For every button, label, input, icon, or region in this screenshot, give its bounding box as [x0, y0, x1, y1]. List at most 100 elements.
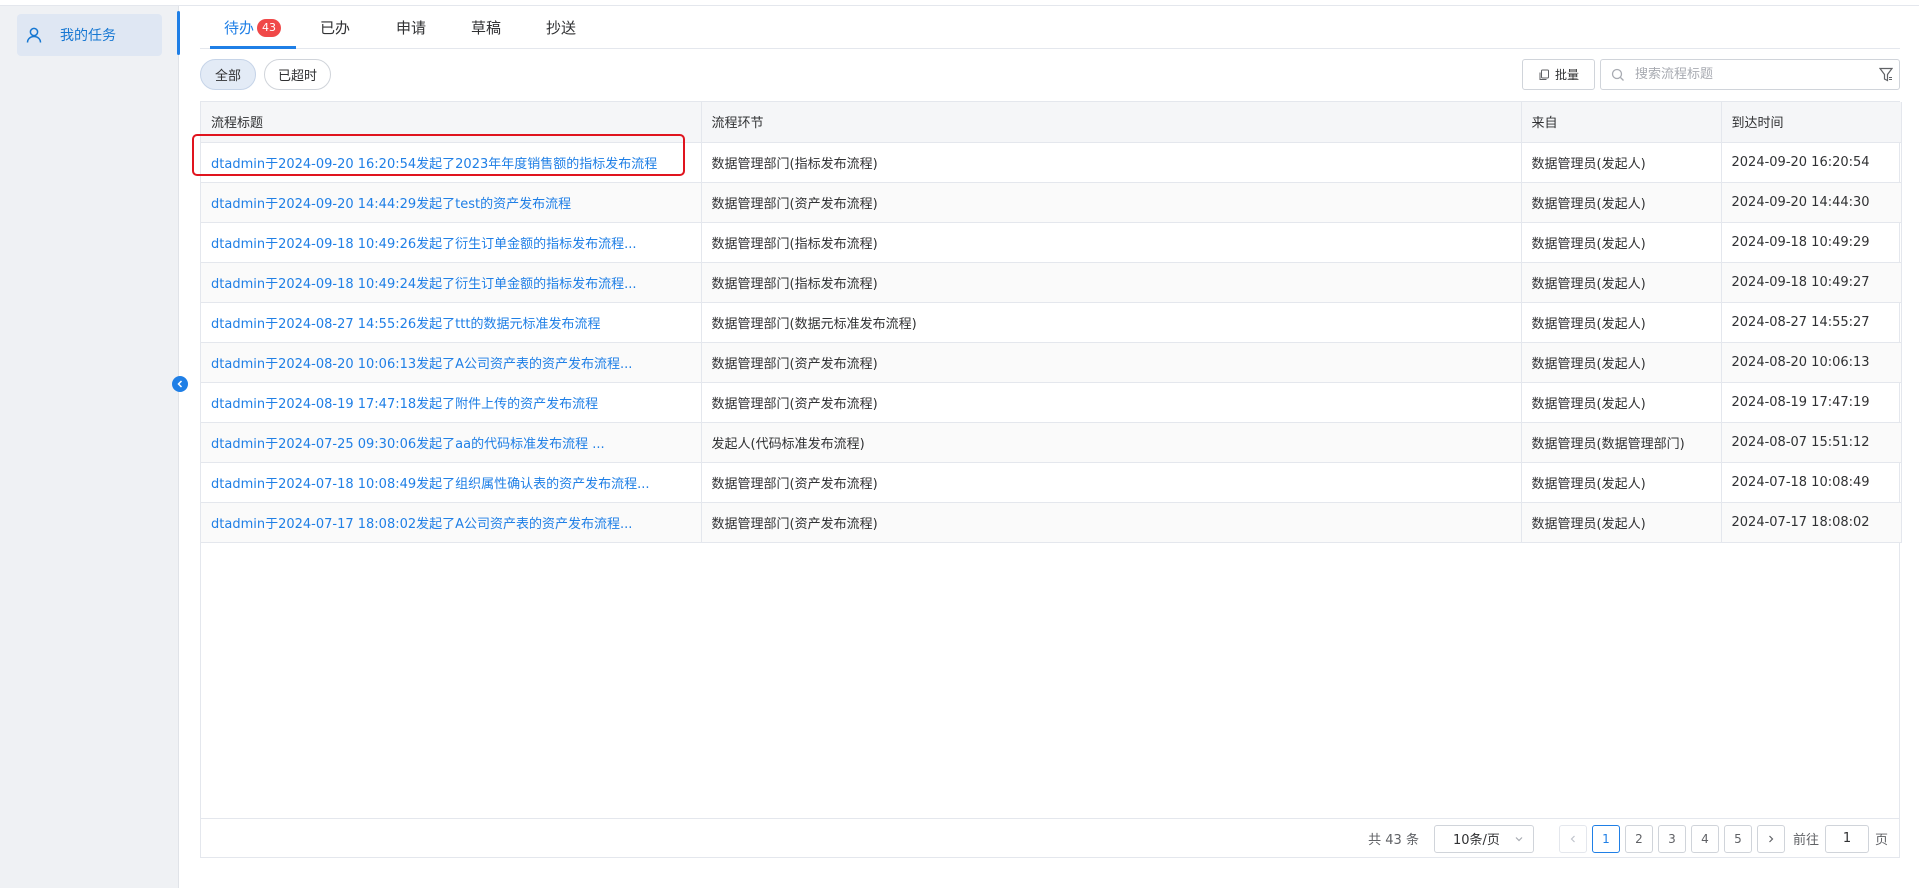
column-header-stage: 流程环节: [701, 102, 1522, 143]
table-row[interactable]: dtadmin于2024-07-17 18:08:02发起了A公司资产表的资产发…: [201, 502, 1902, 543]
from-cell: 数据管理员(发起人): [1521, 262, 1722, 303]
arrival-time-cell: 2024-07-17 18:08:02: [1721, 502, 1902, 543]
arrival-time-cell: 2024-09-18 10:49:29: [1721, 222, 1902, 263]
goto-page-input[interactable]: [1824, 824, 1869, 853]
table-row[interactable]: dtadmin于2024-07-18 10:08:49发起了组织属性确认表的资产…: [201, 462, 1902, 503]
process-title-link[interactable]: dtadmin于2024-08-19 17:47:18发起了附件上传的资产发布流…: [211, 397, 598, 412]
total-count: 共 43 条: [1368, 833, 1419, 848]
page-size-value: 10条/页: [1452, 833, 1500, 848]
tab-done[interactable]: 已办: [320, 6, 350, 49]
goto-suffix: 页: [1874, 833, 1888, 848]
page-size-select[interactable]: 10条/页: [1433, 824, 1534, 853]
sidebar-item-my-tasks[interactable]: 我的任务: [17, 14, 162, 56]
table-row[interactable]: dtadmin于2024-09-20 14:44:29发起了test的资产发布流…: [201, 182, 1902, 223]
process-stage-cell: 发起人(代码标准发布流程): [701, 422, 1522, 463]
process-title-link[interactable]: dtadmin于2024-09-20 14:44:29发起了test的资产发布流…: [211, 197, 571, 212]
process-stage-cell: 数据管理部门(指标发布流程): [701, 222, 1522, 263]
process-title-link[interactable]: dtadmin于2024-08-20 10:06:13发起了A公司资产表的资产发…: [211, 357, 632, 372]
from-cell: 数据管理员(发起人): [1521, 182, 1722, 223]
tab-cc[interactable]: 抄送: [546, 6, 576, 49]
arrival-time-cell: 2024-08-19 17:47:19: [1721, 382, 1902, 423]
active-indicator: [177, 11, 180, 55]
tab-bar: 待办 43 已办 申请 草稿 抄送: [200, 6, 1900, 49]
search-input[interactable]: [1635, 67, 1865, 82]
tab-label: 申请: [396, 19, 427, 37]
page-button-3[interactable]: 3: [1657, 824, 1686, 853]
next-page-button[interactable]: [1756, 824, 1785, 853]
table-row[interactable]: dtadmin于2024-08-20 10:06:13发起了A公司资产表的资产发…: [201, 342, 1902, 383]
filter-overdue-button[interactable]: 已超时: [264, 59, 331, 90]
search-box: [1600, 59, 1900, 90]
from-cell: 数据管理员(发起人): [1521, 222, 1722, 263]
page-button-5[interactable]: 5: [1723, 824, 1752, 853]
process-title-link[interactable]: dtadmin于2024-09-20 16:20:54发起了2023年年度销售额…: [211, 157, 657, 172]
page-button-2[interactable]: 2: [1624, 824, 1653, 853]
process-stage-cell: 数据管理部门(资产发布流程): [701, 342, 1522, 383]
tab-label: 已办: [320, 19, 351, 37]
tab-drafts[interactable]: 草稿: [471, 6, 501, 49]
process-title-link[interactable]: dtadmin于2024-07-18 10:08:49发起了组织属性确认表的资产…: [211, 477, 650, 492]
from-cell: 数据管理员(数据管理部门): [1521, 422, 1722, 463]
sidebar: 我的任务: [0, 6, 179, 888]
arrival-time-cell: 2024-07-18 10:08:49: [1721, 462, 1902, 503]
batch-label: 批量: [1554, 68, 1579, 82]
process-title-link[interactable]: dtadmin于2024-07-25 09:30:06发起了aa的代码标准发布流…: [211, 437, 605, 452]
todo-count-badge: 43: [257, 18, 282, 37]
filter-funnel-icon[interactable]: [1879, 67, 1893, 83]
from-cell: 数据管理员(发起人): [1521, 382, 1722, 423]
goto-page: 前往 页: [1792, 824, 1888, 853]
arrival-time-cell: 2024-08-07 15:51:12: [1721, 422, 1902, 463]
arrival-time-cell: 2024-09-18 10:49:27: [1721, 262, 1902, 303]
process-title-link[interactable]: dtadmin于2024-08-27 14:55:26发起了ttt的数据元标准发…: [211, 317, 600, 332]
page-button-1[interactable]: 1: [1591, 824, 1620, 853]
process-stage-cell: 数据管理部门(指标发布流程): [701, 262, 1522, 303]
process-title-link[interactable]: dtadmin于2024-07-17 18:08:02发起了A公司资产表的资产发…: [211, 517, 632, 532]
arrival-time-cell: 2024-09-20 16:20:54: [1721, 142, 1902, 183]
task-table: 流程标题 流程环节 来自 到达时间 dtadmin于2024-09-20 16:…: [200, 101, 1902, 858]
tab-label: 草稿: [471, 19, 502, 37]
process-stage-cell: 数据管理部门(资产发布流程): [701, 502, 1522, 543]
tab-todo[interactable]: 待办 43: [224, 6, 282, 49]
table-row[interactable]: dtadmin于2024-08-19 17:47:18发起了附件上传的资产发布流…: [201, 382, 1902, 423]
batch-button[interactable]: 批量: [1522, 59, 1595, 90]
process-stage-cell: 数据管理部门(资产发布流程): [701, 462, 1522, 503]
chevron-left-icon: [175, 379, 185, 389]
process-stage-cell: 数据管理部门(资产发布流程): [701, 182, 1522, 223]
arrival-time-cell: 2024-08-27 14:55:27: [1721, 302, 1902, 343]
table-row[interactable]: dtadmin于2024-09-18 10:49:24发起了衍生订单金额的指标发…: [201, 262, 1902, 303]
search-icon: [1611, 68, 1625, 82]
column-header-from: 来自: [1521, 102, 1722, 143]
from-cell: 数据管理员(发起人): [1521, 342, 1722, 383]
from-cell: 数据管理员(发起人): [1521, 142, 1722, 183]
tab-apply[interactable]: 申请: [396, 6, 426, 49]
filter-all-button[interactable]: 全部: [200, 59, 256, 90]
page-button-4[interactable]: 4: [1690, 824, 1719, 853]
table-row[interactable]: dtadmin于2024-09-18 10:49:26发起了衍生订单金额的指标发…: [201, 222, 1902, 263]
chevron-left-icon: [1568, 834, 1578, 844]
tab-active-underline: [210, 46, 296, 49]
column-header-arrival-time: 到达时间: [1721, 102, 1902, 143]
process-title-link[interactable]: dtadmin于2024-09-18 10:49:24发起了衍生订单金额的指标发…: [211, 277, 637, 292]
table-header-row: 流程标题 流程环节 来自 到达时间: [201, 102, 1902, 143]
collapse-sidebar-button[interactable]: [172, 376, 188, 392]
process-stage-cell: 数据管理部门(数据元标准发布流程): [701, 302, 1522, 343]
column-header-title: 流程标题: [201, 102, 702, 143]
prev-page-button[interactable]: [1558, 824, 1587, 853]
tab-label: 抄送: [546, 19, 577, 37]
table-row[interactable]: dtadmin于2024-09-20 16:20:54发起了2023年年度销售额…: [201, 142, 1902, 183]
process-stage-cell: 数据管理部门(指标发布流程): [701, 142, 1522, 183]
table-row[interactable]: dtadmin于2024-08-27 14:55:26发起了ttt的数据元标准发…: [201, 302, 1902, 343]
arrival-time-cell: 2024-09-20 14:44:30: [1721, 182, 1902, 223]
from-cell: 数据管理员(发起人): [1521, 302, 1722, 343]
chevron-down-icon: [1513, 833, 1525, 845]
chevron-right-icon: [1766, 834, 1776, 844]
user-icon: [25, 26, 43, 44]
goto-prefix: 前往: [1792, 833, 1819, 848]
process-title-link[interactable]: dtadmin于2024-09-18 10:49:26发起了衍生订单金额的指标发…: [211, 237, 637, 252]
from-cell: 数据管理员(发起人): [1521, 502, 1722, 543]
tab-label: 待办: [224, 19, 255, 37]
table-row[interactable]: dtadmin于2024-07-25 09:30:06发起了aa的代码标准发布流…: [201, 422, 1902, 463]
process-stage-cell: 数据管理部门(资产发布流程): [701, 382, 1522, 423]
arrival-time-cell: 2024-08-20 10:06:13: [1721, 342, 1902, 383]
copy-icon: [1538, 69, 1550, 81]
